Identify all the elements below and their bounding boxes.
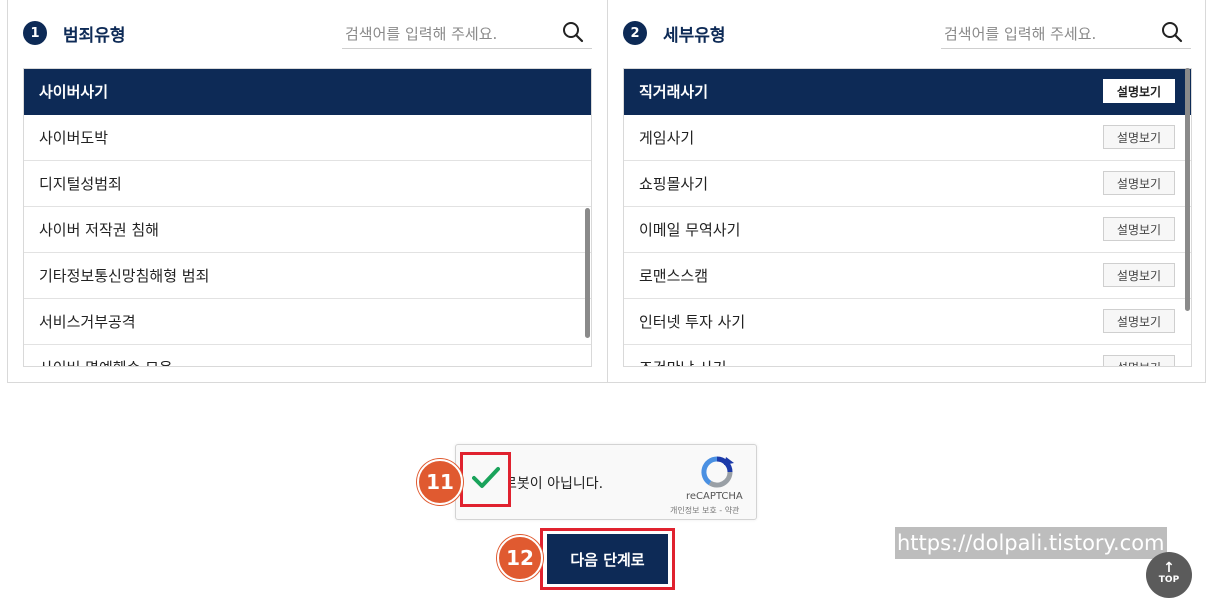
recaptcha-links: 개인정보 보호 - 약관 bbox=[670, 505, 739, 516]
description-button[interactable]: 설명보기 bbox=[1103, 217, 1175, 241]
arrow-up-icon: ↑ bbox=[1163, 560, 1175, 576]
scroll-to-top-button[interactable]: ↑ TOP bbox=[1146, 552, 1192, 598]
crime-type-list[interactable]: 사이버사기 사이버도박 디지털성범죄 사이버 저작권 침해 기타정보통신망침해형… bbox=[23, 68, 592, 367]
search-placeholder: 검색어를 입력해 주세요. bbox=[345, 25, 498, 43]
description-button[interactable]: 설명보기 bbox=[1103, 171, 1175, 195]
recaptcha-checkbox[interactable] bbox=[460, 452, 511, 507]
list-item[interactable]: 게임사기 설명보기 bbox=[624, 115, 1191, 161]
list-item[interactable]: 인터넷 투자 사기 설명보기 bbox=[624, 299, 1191, 345]
crime-type-panel: 1 범죄유형 검색어를 입력해 주세요. 사이버사기 사이버도박 디지털성범죄 … bbox=[8, 0, 607, 383]
detail-type-panel: 2 세부유형 검색어를 입력해 주세요. 직거래사기 설명보기 게임사기 설명보기 … bbox=[608, 0, 1206, 383]
description-button[interactable]: 설명보기 bbox=[1103, 125, 1175, 149]
crime-type-header: 1 범죄유형 bbox=[23, 20, 126, 46]
search-icon[interactable] bbox=[1161, 21, 1183, 43]
description-button[interactable]: 설명보기 bbox=[1103, 79, 1175, 103]
list-item[interactable]: 사이버도박 bbox=[24, 115, 591, 161]
watermark: https://dolpali.tistory.com bbox=[895, 527, 1167, 559]
next-step-button[interactable]: 다음 단계로 bbox=[547, 534, 668, 584]
list-item[interactable]: 사이버 명예훼손 모욕 bbox=[24, 345, 591, 366]
list-item[interactable]: 쇼핑몰사기 설명보기 bbox=[624, 161, 1191, 207]
list-item[interactable]: 서비스거부공격 bbox=[24, 299, 591, 345]
list-item[interactable]: 조건만남 사기설명보기 bbox=[624, 345, 1191, 366]
detail-type-title: 세부유형 bbox=[663, 25, 726, 46]
detail-type-header: 2 세부유형 bbox=[623, 20, 726, 46]
description-button[interactable]: 설명보기 bbox=[1103, 309, 1175, 333]
description-button[interactable]: 설명보기 bbox=[1103, 263, 1175, 287]
link-separator: - bbox=[716, 506, 725, 515]
step-annotation-12: 12 bbox=[497, 535, 543, 581]
list-item[interactable]: 사이버 저작권 침해 bbox=[24, 207, 591, 253]
recaptcha-logo-icon bbox=[701, 456, 734, 488]
crime-type-search-input[interactable]: 검색어를 입력해 주세요. bbox=[342, 16, 592, 49]
description-button[interactable]: 설명보기 bbox=[1103, 355, 1175, 366]
privacy-link[interactable]: 개인정보 보호 bbox=[670, 506, 717, 515]
recaptcha-label: 로봇이 아닙니다. bbox=[504, 476, 604, 492]
scrollbar-thumb[interactable] bbox=[1185, 68, 1190, 311]
list-item[interactable]: 로맨스스캠 설명보기 bbox=[624, 253, 1191, 299]
list-item[interactable]: 이메일 무역사기 설명보기 bbox=[624, 207, 1191, 253]
step-number-badge: 1 bbox=[23, 21, 47, 45]
recaptcha-brand: reCAPTCHA bbox=[686, 491, 743, 502]
list-item[interactable]: 직거래사기 설명보기 bbox=[624, 69, 1191, 115]
search-placeholder: 검색어를 입력해 주세요. bbox=[944, 25, 1097, 43]
checkmark-icon bbox=[472, 467, 500, 488]
list-item[interactable]: 디지털성범죄 bbox=[24, 161, 591, 207]
crime-type-title: 범죄유형 bbox=[63, 25, 126, 46]
terms-link[interactable]: 약관 bbox=[725, 506, 740, 515]
detail-type-list[interactable]: 직거래사기 설명보기 게임사기 설명보기 쇼핑몰사기 설명보기 이메일 무역사기 설명보… bbox=[623, 68, 1192, 367]
search-icon[interactable] bbox=[562, 21, 584, 43]
list-item[interactable]: 사이버사기 bbox=[24, 69, 591, 115]
top-label: TOP bbox=[1158, 575, 1180, 585]
scrollbar-thumb[interactable] bbox=[585, 208, 590, 338]
step-annotation-11: 11 bbox=[417, 459, 463, 505]
step-number-badge: 2 bbox=[623, 21, 647, 45]
detail-type-search-input[interactable]: 검색어를 입력해 주세요. bbox=[941, 16, 1191, 49]
list-item[interactable]: 기타정보통신망침해형 범죄 bbox=[24, 253, 591, 299]
